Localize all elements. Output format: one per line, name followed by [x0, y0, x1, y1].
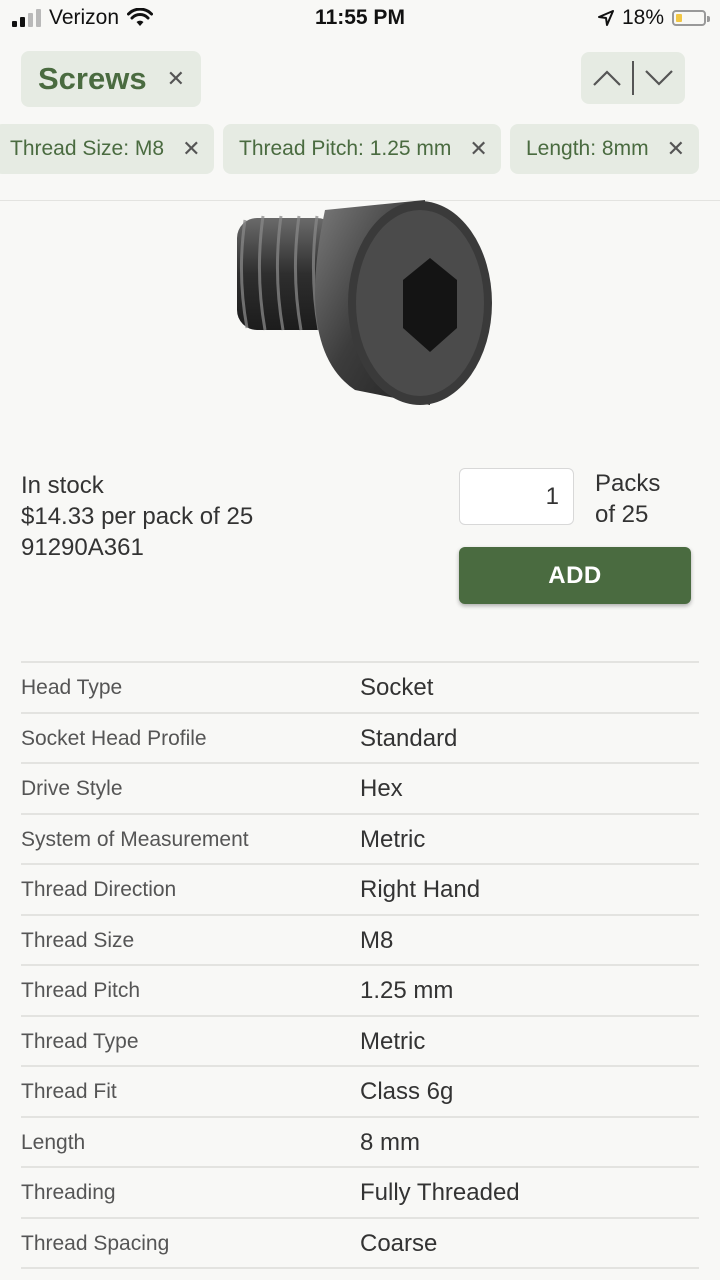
spec-value: Hex: [360, 775, 403, 802]
spec-value: M8: [360, 926, 394, 954]
price: $14.33 per pack of 25: [21, 503, 254, 530]
spec-key: Head Type: [21, 676, 123, 699]
purchase-info: In stock $14.33 per pack of 25 91290A361: [21, 470, 253, 563]
filter-chip-thread-pitch[interactable]: Thread Pitch: 1.25 mm ✕: [223, 124, 501, 174]
spec-row: Drive Style Hex: [21, 764, 699, 815]
remove-category-icon[interactable]: ✕: [167, 68, 185, 90]
header: Screws ✕ Thread Size: M8 ✕ Thread Pitch:…: [0, 36, 720, 201]
spec-row: Thread Direction Right Hand: [21, 865, 699, 916]
spec-row: Thread Size M8: [21, 916, 699, 966]
filter-chip-label: Thread Pitch: 1.25 mm: [239, 137, 452, 160]
spec-value: 8 mm: [360, 1128, 420, 1156]
spec-value: 1.25 mm: [360, 977, 454, 1004]
spec-row: Length 8 mm: [21, 1118, 699, 1168]
chevron-up-icon: [592, 70, 621, 86]
spec-key: System of Measurement: [21, 827, 249, 851]
spec-row: System of Measurement Metric: [21, 815, 699, 865]
signal-strength-icon: [12, 9, 41, 27]
spec-row: Thread Fit Class 6g: [21, 1067, 699, 1118]
spec-value: Fully Threaded: [360, 1179, 520, 1206]
location-arrow-icon: [597, 10, 614, 26]
pack-unit-line1: Packs: [595, 470, 661, 497]
chevron-down-icon: [645, 70, 674, 86]
spec-key: Thread Spacing: [21, 1231, 170, 1255]
pack-unit-line2: of 25: [595, 501, 649, 528]
filter-chip-length[interactable]: Length: 8mm ✕: [510, 124, 699, 174]
spec-key: Threading: [21, 1181, 116, 1204]
battery-percentage: 18%: [621, 6, 664, 29]
filter-chip-label: Length: 8mm: [526, 137, 649, 160]
spec-value: Class 6g: [360, 1078, 454, 1105]
specifications-table: Head Type Socket Socket Head Profile Standa…: [21, 661, 699, 1269]
spec-key: Thread Direction: [21, 878, 177, 901]
spec-row: Thread Type Metric: [21, 1017, 699, 1067]
spec-key: Thread Type: [21, 1029, 139, 1053]
spec-row: Socket Head Profile Standard: [21, 714, 699, 764]
filter-chip-thread-size[interactable]: Thread Size: M8 ✕: [0, 124, 214, 174]
carrier-name: Verizon: [49, 6, 120, 29]
next-result-button[interactable]: [634, 52, 685, 104]
spec-key: Thread Pitch: [21, 979, 141, 1002]
spec-value: Coarse: [360, 1229, 438, 1257]
wifi-icon: [127, 8, 154, 26]
spec-key: Thread Size: [21, 928, 135, 952]
part-number: 91290A361: [21, 534, 144, 561]
spec-row: Thread Pitch 1.25 mm: [21, 966, 699, 1017]
spec-value: Metric: [360, 825, 426, 853]
stock-status: In stock: [21, 472, 104, 499]
product-image: [237, 200, 492, 405]
spec-key: Thread Fit: [21, 1080, 117, 1103]
remove-filter-icon[interactable]: ✕: [182, 138, 200, 160]
category-label: Screws: [38, 61, 147, 96]
battery-icon: [672, 10, 710, 26]
remove-filter-icon[interactable]: ✕: [667, 138, 685, 160]
spec-key: Socket Head Profile: [21, 726, 207, 750]
spec-key: Drive Style: [21, 777, 123, 800]
pack-unit-label: Packs of 25: [595, 468, 695, 530]
spec-row: Head Type Socket: [21, 663, 699, 714]
spec-row: Thread Spacing Coarse: [21, 1219, 699, 1269]
add-to-order-button[interactable]: ADD: [459, 547, 691, 604]
status-left: Verizon: [12, 6, 154, 30]
spec-value: Standard: [360, 724, 458, 752]
spec-key: Length: [21, 1130, 86, 1154]
quantity-input[interactable]: 1: [459, 468, 574, 525]
status-bar: Verizon 11:55 PM 18%: [0, 0, 720, 36]
remove-filter-icon[interactable]: ✕: [469, 138, 487, 160]
spec-row: Threading Fully Threaded: [21, 1168, 699, 1219]
filter-chip-row: Thread Size: M8 ✕ Thread Pitch: 1.25 mm …: [0, 124, 720, 174]
category-chip[interactable]: Screws ✕: [21, 51, 202, 107]
status-right: 18%: [597, 6, 710, 30]
previous-result-button[interactable]: [581, 52, 632, 104]
filter-chip-label: Thread Size: M8: [10, 137, 165, 160]
result-navigation: [581, 52, 685, 104]
spec-value: Right Hand: [360, 876, 481, 903]
spec-value: Metric: [360, 1027, 426, 1055]
spec-value: Socket: [360, 674, 434, 701]
